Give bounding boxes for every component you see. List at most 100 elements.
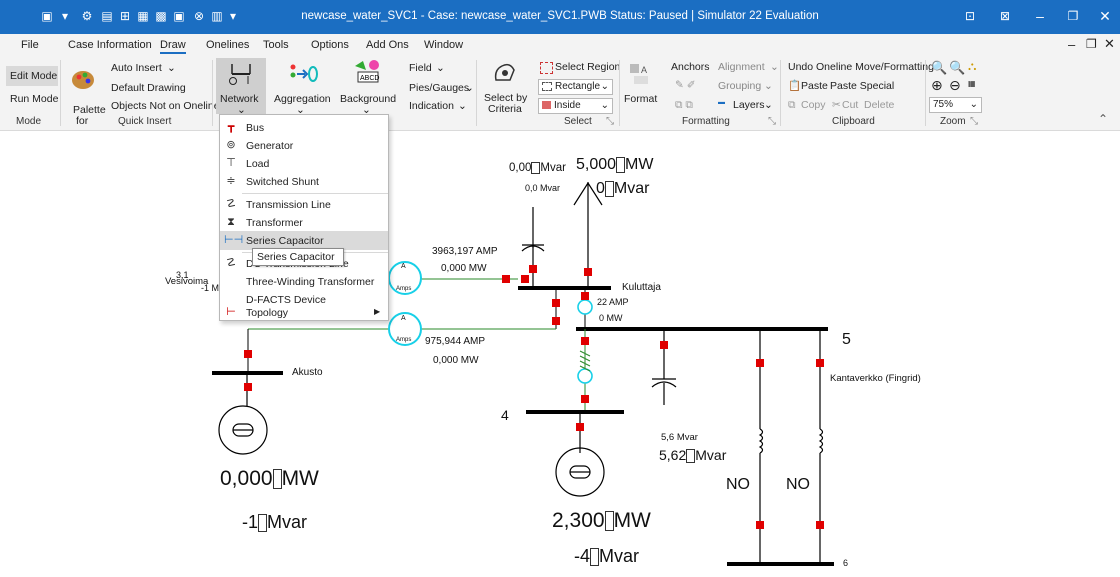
copy-button[interactable]: Copy [801, 99, 826, 111]
auto-insert-chevron-icon[interactable]: ⌄ [167, 62, 176, 74]
spinner-icon[interactable] [604, 180, 614, 197]
pies-gauges-button[interactable]: Pies/Gauges [409, 82, 469, 94]
menu-onelines[interactable]: Onelines [206, 39, 249, 51]
paste-special-button[interactable]: Paste Special [830, 80, 894, 92]
menu-item-generator[interactable]: ⊚ Generator [220, 136, 388, 155]
menu-item-load[interactable]: ⊤ Load [220, 154, 388, 173]
network-icon [229, 64, 251, 85]
inside-select[interactable]: Inside ⌄ [538, 98, 613, 114]
formatting-launcher-icon[interactable]: ⤡ [768, 116, 776, 127]
menu-item-switched-shunt[interactable]: ≑ Switched Shunt [220, 172, 388, 191]
minimize-icon[interactable]: – [1025, 6, 1055, 26]
series-device-upper[interactable] [577, 299, 593, 315]
alignment-button[interactable]: Alignment [718, 61, 765, 73]
copy-format-icon[interactable]: ⧉ ⧉ [675, 99, 693, 112]
menu-window[interactable]: Window [424, 39, 463, 51]
spinner-icon[interactable] [616, 156, 626, 173]
find-icon[interactable]: ⛬ [968, 59, 976, 74]
spinner-icon[interactable] [590, 548, 600, 567]
menu-item-switched-shunt-label: Switched Shunt [246, 176, 319, 188]
menu-file[interactable]: File [21, 39, 39, 51]
transmission-line-icon: ☡ [226, 198, 236, 210]
network-dropdown-menu: ┳ Bus ⊚ Generator ⊤ Load ≑ Switched Shun… [219, 114, 389, 321]
zoom-level-select[interactable]: 75% ⌄ [929, 97, 982, 113]
menu-item-three-winding-transformer[interactable]: Three-Winding Transformer [220, 272, 388, 291]
spinner-icon[interactable] [604, 511, 614, 532]
doc-minimize-icon[interactable]: – [1068, 37, 1075, 52]
delete-button[interactable]: Delete [864, 99, 894, 111]
top-shunt-mvar[interactable]: 0,00 Mvar [509, 162, 566, 174]
menu-item-bus[interactable]: ┳ Bus [220, 118, 388, 137]
menu-draw[interactable]: Draw [160, 39, 186, 54]
menu-options[interactable]: Options [311, 39, 349, 51]
alignment-chevron-icon: ⌄ [770, 61, 779, 73]
layers-button[interactable]: Layers [733, 99, 765, 111]
gen-akusto-mw[interactable]: 0,000 MW [220, 467, 319, 491]
paste-button[interactable]: Paste [801, 80, 828, 92]
palette-icon [72, 71, 94, 89]
gen-bus4-mw[interactable]: 2,300 MW [552, 509, 651, 533]
indication-button[interactable]: Indication [409, 100, 454, 112]
network-button[interactable]: Network ⌄ [216, 58, 266, 116]
group-clipboard-label: Clipboard [832, 116, 875, 127]
select-region-button[interactable]: Select Region [555, 61, 620, 73]
menu-tools[interactable]: Tools [263, 39, 289, 51]
gen-akusto-mw-unit: MW [281, 467, 319, 490]
field-chevron-icon: ⌄ [436, 62, 445, 74]
spinner-icon[interactable] [258, 514, 268, 533]
format-button[interactable]: Format [624, 93, 657, 105]
copy-icon: ⧉ [788, 99, 796, 111]
undo-oneline-button[interactable]: Undo Oneline Move/Formatting [788, 61, 934, 73]
menu-case-information[interactable]: Case Information [68, 39, 152, 51]
zoom-in-area-icon[interactable]: 🔍 [931, 60, 947, 76]
auto-insert-button[interactable]: Auto Insert [111, 62, 162, 74]
spinner-icon[interactable] [531, 162, 541, 174]
pencil-icon[interactable]: ✎ ✐ [675, 79, 696, 91]
collapse-ribbon-icon[interactable]: ⌃ [1098, 112, 1108, 126]
menu-item-topology[interactable]: ⊢ Topology ▶ [220, 300, 388, 319]
maximize-icon[interactable]: ❐ [1058, 6, 1088, 26]
load-mw[interactable]: 5,000 MW [576, 156, 653, 174]
reactor-1-status[interactable]: NO [726, 476, 750, 494]
show-full-icon[interactable]: ▦ [968, 79, 976, 88]
bus-kuluttaja-label: Kuluttaja [622, 282, 661, 293]
gen-akusto-mvar-value: -1 [242, 512, 259, 532]
spinner-icon[interactable] [686, 449, 696, 464]
gen-bus4-mw-value: 2,300 [552, 509, 605, 532]
cut-button[interactable]: Cut [842, 99, 858, 111]
doc-restore-icon[interactable]: ❐ [1086, 37, 1097, 51]
zoom-launcher-icon[interactable]: ⤡ [970, 116, 978, 127]
group-select-label: Select [564, 116, 592, 127]
shunt-mvar[interactable]: 5,62 Mvar [659, 447, 726, 464]
gen-bus4-mvar[interactable]: -4 Mvar [574, 546, 639, 567]
doc-close-icon[interactable]: ✕ [1104, 36, 1115, 52]
menu-item-transformer[interactable]: ⧗ Transformer [220, 213, 388, 232]
rectangle-select[interactable]: Rectangle ⌄ [538, 79, 613, 95]
edit-mode-button[interactable]: Edit Mode [6, 66, 58, 86]
objects-not-on-oneline-button[interactable]: Objects Not on Oneline [111, 100, 220, 112]
grouping-button[interactable]: Grouping [718, 80, 761, 92]
select-launcher-icon[interactable]: ⤡ [606, 116, 614, 127]
close-icon[interactable]: ✕ [1090, 6, 1120, 26]
run-mode-button[interactable]: Run Mode [10, 93, 58, 105]
reactor-2-status[interactable]: NO [786, 476, 810, 494]
load-mvar[interactable]: 0 Mvar [596, 180, 649, 198]
menu-bar: File Case Information Draw Onelines Tool… [0, 34, 1120, 56]
menu-item-transmission-line[interactable]: ☡ Transmission Line [220, 195, 388, 214]
field-button[interactable]: Field [409, 62, 432, 74]
bus-4-number: 4 [501, 407, 509, 423]
zoom-in-icon[interactable]: ⊕ [931, 77, 943, 94]
spinner-icon[interactable] [272, 469, 282, 490]
help-icon[interactable]: ⊡ [955, 6, 985, 26]
menu-item-series-capacitor-label: Series Capacitor [246, 235, 324, 247]
rectangle-label: Rectangle [555, 81, 601, 92]
restore-ribbon-icon[interactable]: ⊠ [990, 6, 1020, 26]
menu-add-ons[interactable]: Add Ons [366, 39, 409, 51]
shunt-mvar-value: 5,62 [659, 447, 687, 463]
zoom-out-icon[interactable]: ⊖ [949, 77, 961, 94]
small-line-mw: 0 MW [599, 313, 623, 323]
default-drawing-button[interactable]: Default Drawing [111, 82, 186, 94]
zoom-out-area-icon[interactable]: 🔍 [949, 60, 965, 76]
gen-akusto-mvar[interactable]: -1 Mvar [242, 512, 307, 533]
anchors-button[interactable]: Anchors [671, 61, 710, 73]
